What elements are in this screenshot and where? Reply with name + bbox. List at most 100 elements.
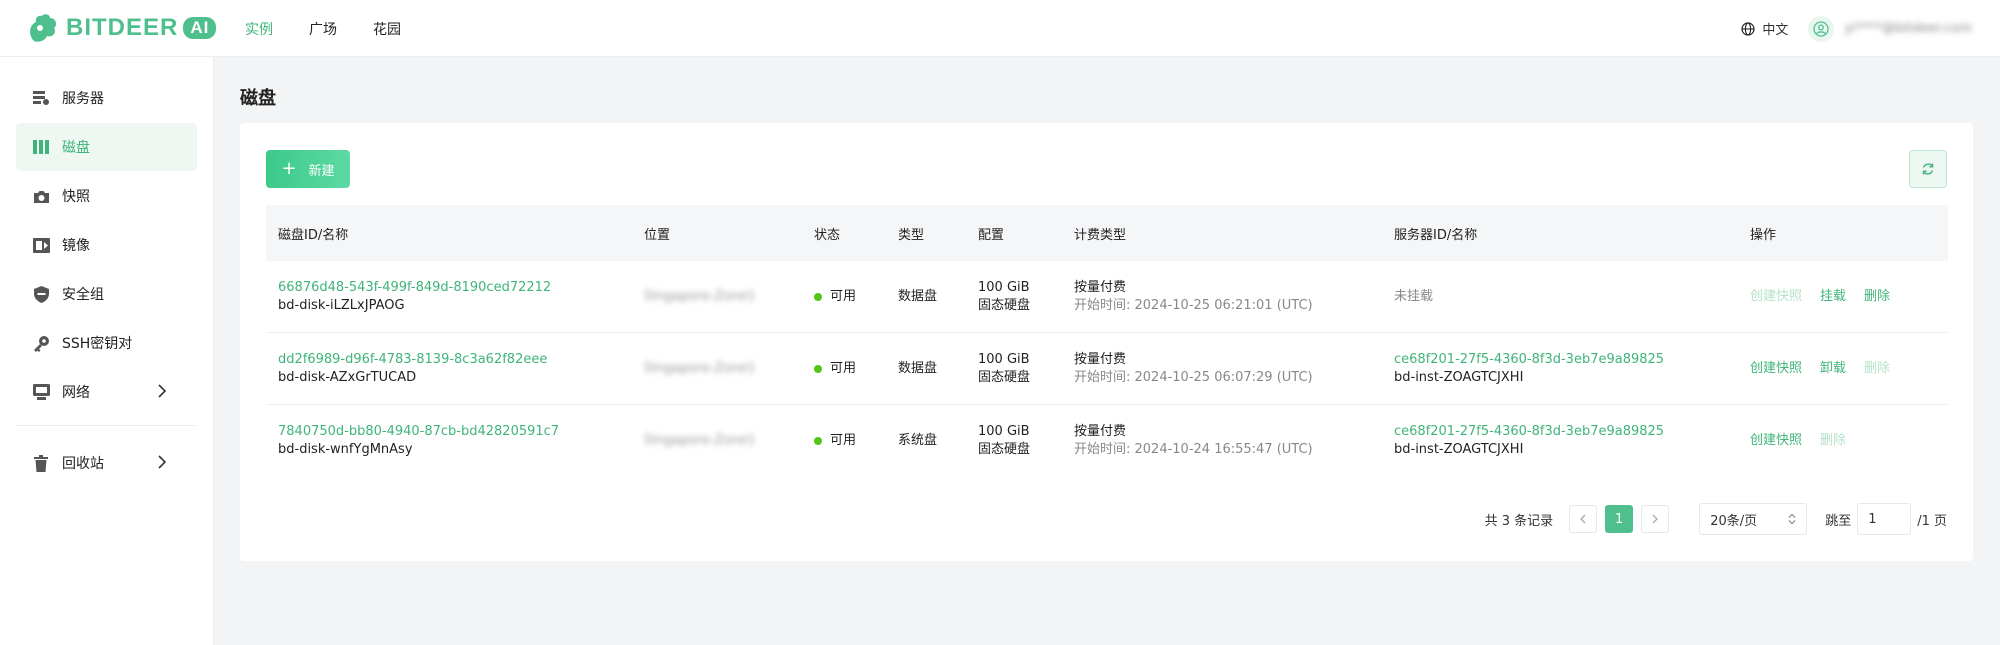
detach-button[interactable]: 卸载 [1820, 360, 1846, 378]
disk-id-link[interactable]: 7840750d-bb80-4940-87cb-bd42820591c7 [278, 423, 559, 441]
disk-id-link[interactable]: 66876d48-543f-499f-849d-8190ced72212 [278, 279, 551, 297]
disk-id-link[interactable]: dd2f6989-d96f-4783-8139-8c3a62f82eee [278, 351, 547, 369]
disk-type: 数据盘 [898, 288, 938, 304]
sidebar-item-network[interactable]: 网络 [16, 368, 197, 416]
page-1-button[interactable]: 1 [1605, 505, 1634, 533]
image-icon [32, 236, 50, 254]
col-billing: 计费类型 [1074, 227, 1127, 243]
user-avatar[interactable] [1808, 15, 1835, 42]
billing-type: 按量付费 [1074, 351, 1127, 367]
disk-location: Singapore-Zone1 [644, 288, 756, 304]
status-badge: 可用 [830, 288, 857, 304]
brand-ai-badge: AI [183, 17, 217, 39]
sidebar-item-snapshots[interactable]: 快照 [16, 172, 197, 220]
trash-icon [32, 454, 50, 472]
sidebar-divider [16, 425, 197, 426]
brand-wordmark: BITDEER AI [66, 14, 217, 42]
chevron-right-icon [158, 455, 167, 469]
disk-size: 100 GiB [978, 424, 1030, 439]
disk-name: bd-disk-AZxGrTUCAD [278, 369, 417, 385]
create-snapshot-button[interactable]: 创建快照 [1750, 288, 1802, 306]
new-button-label: 新建 [308, 163, 335, 179]
sidebar-item-images[interactable]: 镜像 [16, 221, 197, 269]
table-row: 7840750d-bb80-4940-87cb-bd42820591c7 bd-… [266, 405, 1948, 477]
header-right: 中文 yi****@bitdeer.com [1741, 0, 2000, 57]
billing-type: 按量付费 [1074, 279, 1127, 295]
delete-button[interactable]: 删除 [1864, 288, 1890, 306]
chevron-left-icon [1580, 514, 1586, 524]
sidebar-item-label: 安全组 [62, 287, 104, 303]
sidebar-item-ssh-keys[interactable]: SSH密钥对 [16, 319, 197, 367]
sidebar-item-security-groups[interactable]: 安全组 [16, 270, 197, 318]
sidebar-item-disks[interactable]: 磁盘 [16, 123, 197, 171]
page-title: 磁盘 [240, 88, 276, 109]
new-disk-button[interactable]: + 新建 [266, 150, 350, 188]
disk-type: 数据盘 [898, 360, 938, 376]
sidebar-item-recycle-bin[interactable]: 回收站 [16, 439, 197, 487]
sidebar: 服务器 磁盘 快照 镜像 安全组 SSH密钥对 网络 回收站 [0, 57, 214, 645]
create-snapshot-button[interactable]: 创建快照 [1750, 432, 1802, 450]
chevron-right-icon [158, 384, 167, 398]
create-snapshot-button[interactable]: 创建快照 [1750, 360, 1802, 378]
deer-logo-icon [26, 13, 62, 43]
server-id-link[interactable]: ce68f201-27f5-4360-8f3d-3eb7e9a89825 [1394, 351, 1664, 369]
network-icon [32, 383, 50, 401]
brand-logo[interactable]: BITDEER AI [26, 12, 217, 44]
server-name: bd-inst-ZOAGTCJXHI [1394, 442, 1524, 457]
server-name: bd-inst-ZOAGTCJXHI [1394, 369, 1524, 385]
disk-name: bd-disk-iLZLxJPAOG [278, 297, 405, 313]
attach-button[interactable]: 挂载 [1820, 288, 1846, 306]
billing-type: 按量付费 [1074, 424, 1127, 439]
jump-label: 跳至 [1825, 513, 1852, 529]
table-row: 66876d48-543f-499f-849d-8190ced72212 bd-… [266, 261, 1948, 333]
disk-list-card: + 新建 磁盘ID/名称 位置 状态 类型 配置 计费类型 服务器ID/名称 操… [240, 123, 1973, 561]
prev-page-button[interactable] [1569, 505, 1598, 533]
disk-media: 固态硬盘 [978, 297, 1031, 313]
brand-name: BITDEER [66, 14, 179, 41]
server-id-link[interactable]: ce68f201-27f5-4360-8f3d-3eb7e9a89825 [1394, 423, 1664, 441]
top-nav: 实例 广场 花园 [245, 0, 437, 57]
status-badge: 可用 [830, 433, 857, 448]
col-config: 配置 [978, 227, 1005, 243]
pagination: 共 3 条记录 1 20条/页 跳至 /1 页 [1485, 503, 1947, 535]
page-size-select[interactable]: 20条/页 [1699, 503, 1808, 535]
sidebar-item-label: 磁盘 [62, 140, 90, 156]
key-icon [32, 334, 50, 352]
status-badge: 可用 [830, 360, 857, 376]
next-page-button[interactable] [1641, 505, 1670, 533]
top-header: BITDEER AI 实例 广场 花园 中文 yi****@bitdeer.co… [0, 0, 2000, 57]
sidebar-item-label: 网络 [62, 385, 90, 401]
billing-start-time: 开始时间: 2024-10-25 06:07:29 (UTC) [1074, 369, 1313, 385]
user-email[interactable]: yi****@bitdeer.com [1844, 21, 1972, 36]
jump-page-input[interactable] [1857, 503, 1912, 535]
language-switcher[interactable]: 中文 [1741, 19, 1788, 38]
disk-icon [32, 138, 50, 156]
sidebar-item-label: SSH密钥对 [62, 336, 133, 352]
topnav-plaza[interactable]: 广场 [309, 19, 337, 39]
topnav-instances[interactable]: 实例 [245, 19, 273, 39]
disk-media: 固态硬盘 [978, 442, 1031, 457]
topnav-garden[interactable]: 花园 [373, 19, 401, 39]
globe-icon [1741, 21, 1756, 36]
sidebar-item-servers[interactable]: 服务器 [16, 74, 197, 122]
sidebar-item-label: 服务器 [62, 91, 104, 107]
refresh-button[interactable] [1909, 150, 1947, 188]
server-id: 未挂载 [1394, 288, 1434, 304]
billing-start-time: 开始时间: 2024-10-24 16:55:47 (UTC) [1074, 442, 1313, 457]
status-dot-icon [814, 364, 822, 373]
disk-media: 固态硬盘 [978, 369, 1031, 385]
col-status: 状态 [814, 227, 841, 243]
server-icon [32, 89, 50, 107]
table-header: 磁盘ID/名称 位置 状态 类型 配置 计费类型 服务器ID/名称 操作 [266, 205, 1948, 261]
page-total: /1 页 [1917, 513, 1947, 529]
status-dot-icon [814, 292, 822, 301]
delete-button[interactable]: 删除 [1820, 432, 1846, 450]
page-size-value: 20条/页 [1710, 513, 1758, 529]
table-row: dd2f6989-d96f-4783-8139-8c3a62f82eee bd-… [266, 333, 1948, 405]
disk-size: 100 GiB [978, 351, 1030, 367]
disk-type: 系统盘 [898, 433, 938, 448]
refresh-icon [1922, 163, 1934, 175]
status-dot-icon [814, 437, 822, 445]
shield-icon [32, 285, 50, 303]
delete-button[interactable]: 删除 [1864, 360, 1890, 378]
